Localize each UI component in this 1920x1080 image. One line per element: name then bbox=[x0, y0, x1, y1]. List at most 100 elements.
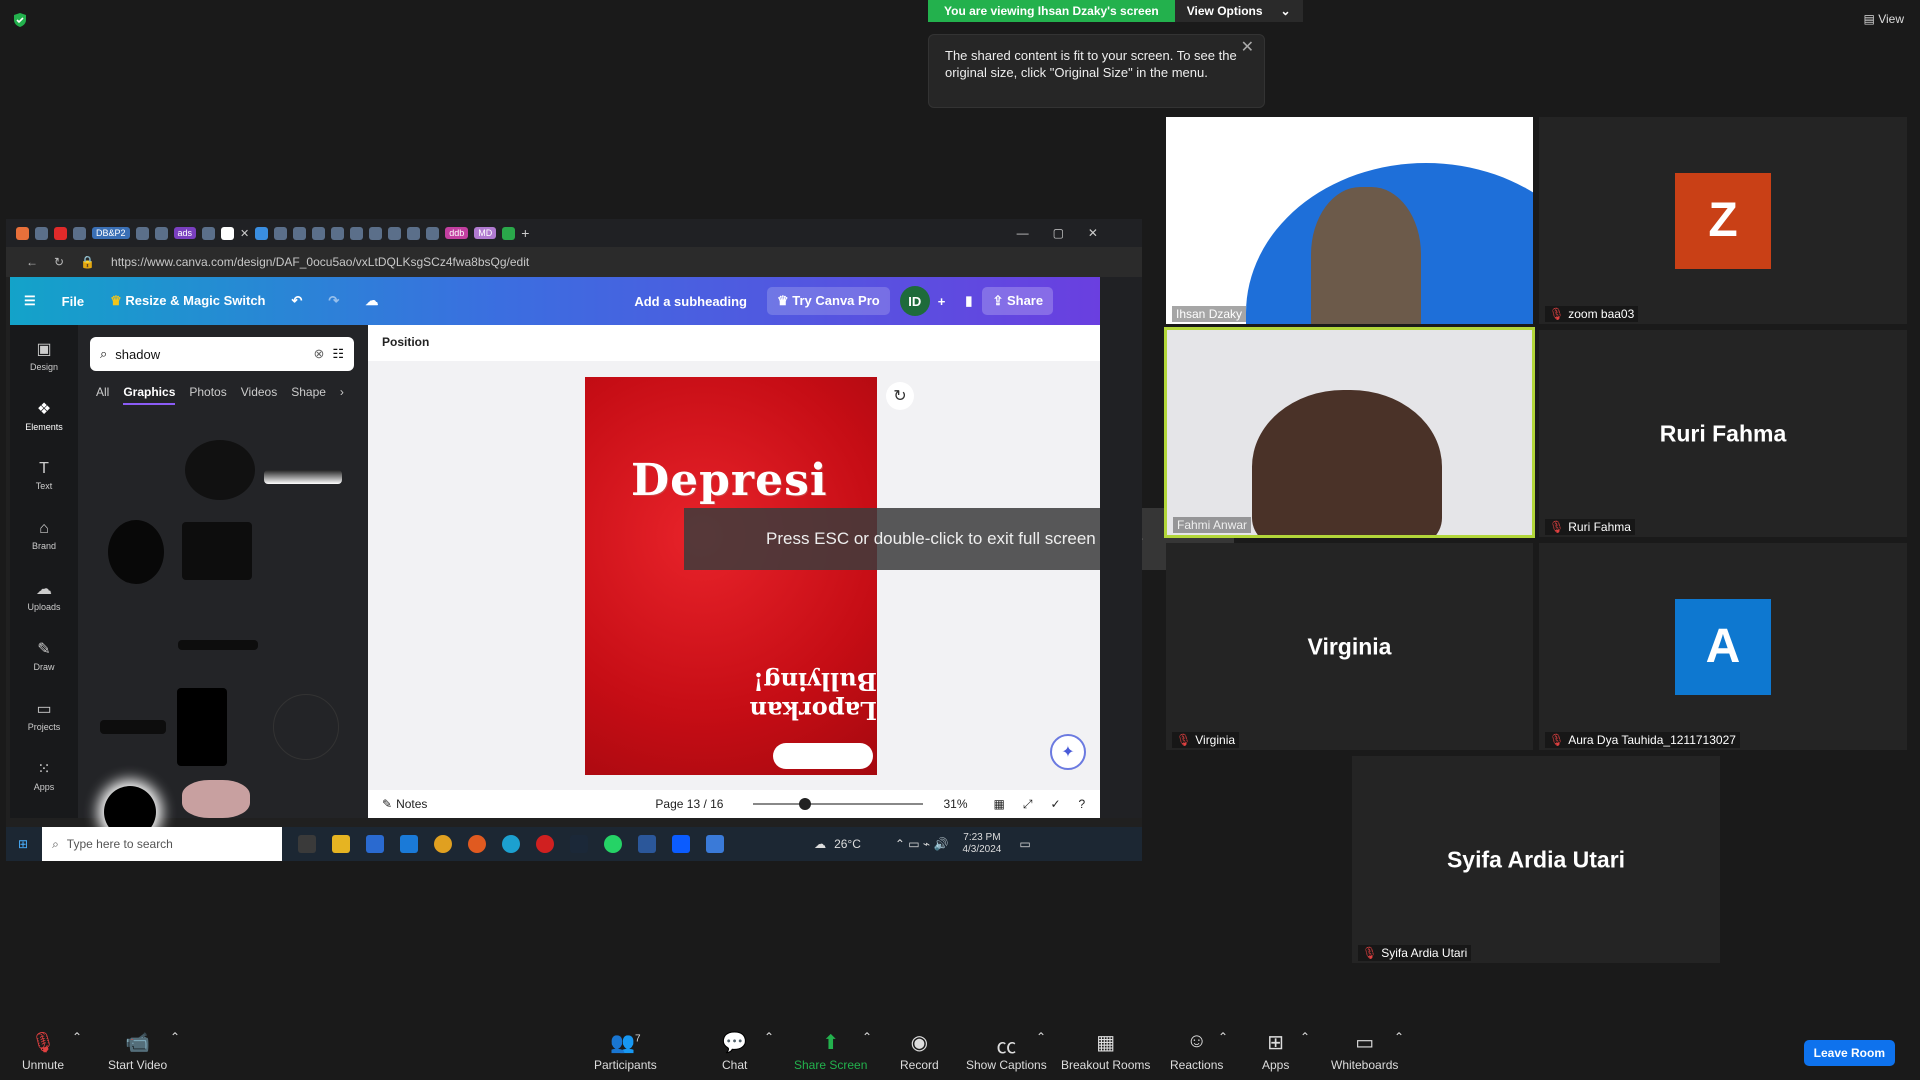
firefox-icon[interactable] bbox=[468, 835, 487, 853]
redo-icon[interactable]: ↷ bbox=[328, 293, 339, 309]
tab-icon[interactable] bbox=[369, 226, 383, 240]
zoom-slider-knob[interactable] bbox=[799, 798, 812, 810]
tab-ads[interactable]: ads bbox=[173, 227, 197, 239]
sidebar-item-projects[interactable]: ▭ Projects bbox=[10, 685, 78, 745]
file-explorer-icon[interactable] bbox=[332, 835, 351, 853]
whatsapp-icon[interactable] bbox=[604, 835, 623, 853]
shadow-graphic-thumbnail[interactable] bbox=[182, 780, 250, 818]
word-icon[interactable] bbox=[638, 835, 657, 853]
taskbar-search[interactable]: ⌕ Type here to search bbox=[42, 827, 283, 861]
undo-icon[interactable]: ↶ bbox=[292, 293, 303, 309]
reactions-button[interactable]: ☺ Reactions bbox=[1170, 1030, 1223, 1072]
sidebar-item-apps[interactable]: ⁙ Apps bbox=[10, 745, 78, 805]
poster-subtitle[interactable]: Laporkan Bullying! bbox=[667, 667, 878, 725]
clear-icon[interactable]: ⊗ bbox=[313, 346, 324, 362]
store-icon[interactable] bbox=[366, 835, 385, 853]
whiteboards-options-chevron[interactable]: ⌃ bbox=[1394, 1030, 1404, 1058]
video-tile[interactable]: Virginia 🎙 Virginia bbox=[1166, 543, 1533, 750]
edge-icon[interactable] bbox=[502, 835, 521, 853]
whiteboards-button[interactable]: ▭ Whiteboards bbox=[1331, 1030, 1398, 1072]
share-button[interactable]: ⇪ Share bbox=[982, 287, 1054, 315]
sidebar-item-design[interactable]: ▣ Design bbox=[10, 325, 78, 385]
share-screen-button[interactable]: ⬆ Share Screen bbox=[794, 1030, 867, 1072]
temperature[interactable]: 26°C bbox=[834, 837, 861, 851]
cloud-save-icon[interactable]: ☁ bbox=[365, 293, 378, 309]
security-shield-icon[interactable] bbox=[12, 12, 28, 28]
url-field[interactable]: https://www.canva.com/design/DAF_0ocu5ao… bbox=[111, 255, 529, 269]
user-avatar[interactable]: ID bbox=[899, 286, 930, 316]
tab-icon[interactable] bbox=[255, 226, 269, 240]
shadow-graphic-thumbnail[interactable] bbox=[100, 720, 166, 734]
browser-profile-icon[interactable] bbox=[16, 226, 29, 240]
zoom-slider[interactable] bbox=[753, 798, 924, 810]
zoom-app-icon[interactable] bbox=[672, 835, 691, 853]
task-view-icon[interactable] bbox=[298, 835, 317, 853]
leave-room-button[interactable]: Leave Room bbox=[1803, 1040, 1895, 1066]
show-captions-button[interactable]: ㏄ Show Captions bbox=[966, 1030, 1047, 1072]
tab-icon[interactable] bbox=[350, 226, 364, 240]
add-subheading-title[interactable]: Add a subheading bbox=[634, 294, 747, 309]
tab-graphics[interactable]: Graphics bbox=[123, 385, 176, 405]
breakout-rooms-button[interactable]: ▦ Breakout Rooms bbox=[1061, 1030, 1150, 1072]
menu-icon[interactable]: ☰ bbox=[24, 293, 36, 309]
sidebar-item-brand[interactable]: ⌂ Brand bbox=[10, 505, 78, 565]
tab-icon[interactable] bbox=[293, 226, 307, 240]
poster-logo-strip[interactable] bbox=[773, 743, 873, 769]
chat-options-chevron[interactable]: ⌃ bbox=[764, 1030, 774, 1058]
start-video-button[interactable]: 📹 Start Video bbox=[108, 1030, 167, 1072]
tab-shapes[interactable]: Shape bbox=[291, 385, 326, 405]
tab-icon[interactable] bbox=[73, 226, 86, 240]
windows-start-icon[interactable]: ⊞ bbox=[18, 837, 28, 851]
clock[interactable]: 7:23 PM 4/3/2024 bbox=[962, 832, 1001, 856]
share-options-chevron[interactable]: ⌃ bbox=[862, 1030, 872, 1058]
fullscreen-icon[interactable]: ⤢ bbox=[1023, 797, 1033, 812]
tab-db[interactable]: DB&P2 bbox=[92, 227, 130, 239]
shadow-graphic-thumbnail[interactable] bbox=[177, 688, 227, 766]
shadow-graphic-thumbnail[interactable] bbox=[182, 522, 252, 580]
tab-icon[interactable] bbox=[154, 226, 168, 240]
help-icon[interactable]: ? bbox=[1079, 797, 1086, 811]
close-icon[interactable]: ✕ bbox=[1241, 39, 1254, 56]
tab-all[interactable]: All bbox=[96, 385, 109, 405]
canva-active-tab-icon[interactable] bbox=[221, 226, 235, 240]
mic-options-chevron[interactable]: ⌃ bbox=[72, 1030, 82, 1058]
tab-md[interactable]: MD bbox=[474, 227, 497, 239]
tab-photos[interactable]: Photos bbox=[189, 385, 226, 405]
tray-icons[interactable]: ⌃ ▭ ⌁ 🔊 bbox=[895, 837, 949, 851]
tab-icon[interactable] bbox=[274, 226, 288, 240]
participants-button[interactable]: 👥7 Participants bbox=[594, 1030, 657, 1072]
apps-options-chevron[interactable]: ⌃ bbox=[1300, 1030, 1310, 1058]
tab-icon[interactable] bbox=[35, 226, 48, 240]
chrome-icon[interactable] bbox=[434, 835, 453, 853]
tab-icon[interactable] bbox=[388, 226, 402, 240]
magic-sparkle-icon[interactable]: ✦ bbox=[1050, 734, 1086, 770]
back-icon[interactable]: ← bbox=[26, 255, 38, 269]
elements-search-input[interactable]: ⌕ shadow ⊗ ☷ bbox=[90, 337, 354, 371]
window-controls[interactable]: —▢✕ bbox=[1017, 226, 1122, 240]
shadow-graphic-thumbnail[interactable] bbox=[185, 440, 255, 500]
tab-ddb[interactable]: ddb bbox=[445, 227, 469, 239]
unmute-button[interactable]: 🎙 Unmute bbox=[22, 1030, 64, 1072]
sidebar-item-text[interactable]: T Text bbox=[10, 445, 78, 505]
notifications-icon[interactable]: ▭ bbox=[1019, 837, 1030, 851]
file-menu[interactable]: File bbox=[62, 294, 84, 309]
filter-icon[interactable]: ☷ bbox=[332, 346, 344, 362]
tab-icon[interactable] bbox=[426, 226, 440, 240]
chat-button[interactable]: 💬 Chat bbox=[722, 1030, 747, 1072]
notes-button[interactable]: Notes bbox=[396, 797, 427, 811]
tab-icon[interactable] bbox=[202, 226, 216, 240]
reactions-options-chevron[interactable]: ⌃ bbox=[1218, 1030, 1228, 1058]
zoom-level[interactable]: 31% bbox=[943, 797, 967, 811]
video-tile[interactable]: Ruri Fahma 🎙 Ruri Fahma bbox=[1539, 330, 1907, 537]
tab-icon[interactable] bbox=[331, 226, 345, 240]
youtube-tab-icon[interactable] bbox=[54, 226, 67, 240]
record-button[interactable]: ◉ Record bbox=[900, 1030, 939, 1072]
chevron-right-icon[interactable]: › bbox=[340, 385, 344, 405]
refresh-icon[interactable]: ↻ bbox=[54, 255, 64, 269]
steam-icon[interactable] bbox=[570, 835, 589, 853]
shadow-graphic-thumbnail[interactable] bbox=[178, 640, 258, 650]
poster-page[interactable]: Depresi Laporkan Bullying! bbox=[585, 377, 877, 775]
app-icon[interactable] bbox=[706, 835, 725, 853]
video-tile-active-speaker[interactable]: Fahmi Anwar bbox=[1164, 327, 1535, 538]
try-canva-pro-button[interactable]: ♛ Try Canva Pro bbox=[766, 287, 890, 315]
